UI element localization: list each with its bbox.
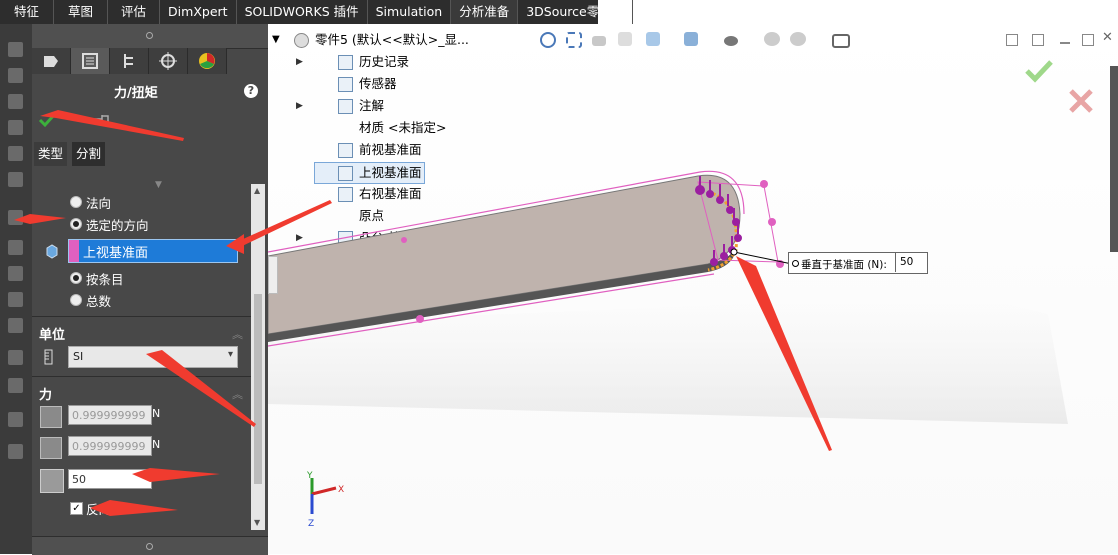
tool-icon-10[interactable] [8,292,23,307]
radio-total-label: 总数 [86,294,112,309]
scroll-up-icon[interactable]: ▲ [254,186,260,195]
radio-selected-direction[interactable] [70,218,82,230]
help-icon[interactable]: ? [244,84,258,98]
sub-tab-type[interactable]: 类型 [34,142,68,166]
tab-solidworks-addins[interactable]: SOLIDWORKS 插件 [237,0,368,24]
force-component-3-input[interactable]: 50 [68,469,152,489]
section-divider [32,316,252,317]
handle-dot-icon [146,32,153,39]
section-divider-2 [32,376,252,377]
tab-configuration-manager[interactable] [110,48,149,74]
page-title: 力/扭矩 [114,86,158,101]
radio-total[interactable] [70,294,82,306]
tab-evaluate[interactable]: 评估 [108,0,161,24]
tool-icon-7[interactable] [8,210,23,225]
direction-2-icon [40,437,62,459]
triad-x: X [338,485,344,495]
tab-property-manager[interactable] [71,48,110,74]
panel-bottom-handle[interactable] [32,536,268,555]
panel-scrollbar[interactable]: ▲ ▼ [251,184,265,530]
selection-color-swatch [69,240,79,262]
force-component-2-unit: N [152,438,161,451]
model-part[interactable] [268,24,1118,554]
tool-icon-15[interactable] [8,444,23,459]
panel-flyout-handle[interactable] [268,256,278,294]
tab-dimxpert[interactable]: DimXpert [160,0,237,24]
pushpin-icon[interactable] [90,112,110,126]
ribbon-tab-bar: 特征 草图 评估 DimXpert SOLIDWORKS 插件 Simulati… [0,0,634,24]
tab-sketch[interactable]: 草图 [54,0,109,24]
force-section-title: 力 [39,388,53,403]
plane-cube-icon [46,244,58,259]
direction-3-icon [40,469,64,493]
force-callout[interactable]: 垂直于基准面 (N): 50 [788,252,928,274]
tool-icon-9[interactable] [8,266,23,281]
sub-tab-split[interactable]: 分割 [72,142,106,166]
triad-z: Z [308,519,314,529]
callout-value-field[interactable]: 50 [895,252,932,272]
force-component-1-unit: N [152,407,161,420]
property-manager-icon [82,53,98,69]
tab-analysis-prep[interactable]: 分析准备 [451,0,519,24]
tool-icon-14[interactable] [8,412,23,427]
force-component-2-input[interactable]: 0.999999999 [68,436,152,456]
reference-plane-value: 上视基准面 [83,246,149,261]
tab-simulation[interactable]: Simulation [368,0,452,24]
triad-y: Y [306,471,313,481]
configuration-manager-icon [124,54,133,68]
panel-top-handle[interactable] [32,24,268,49]
tool-icon-5[interactable] [8,146,23,161]
tab-dimxpert-manager[interactable] [149,48,188,74]
tool-icon-6[interactable] [8,172,23,187]
ok-check-icon[interactable] [38,112,56,128]
coordinate-triad: Y X Z [306,471,344,529]
radio-normal[interactable] [70,196,82,208]
tool-icon-1[interactable] [8,42,23,57]
tool-icon-12[interactable] [8,350,23,365]
tool-icon-3[interactable] [8,94,23,109]
radio-selected-direction-label: 选定的方向 [86,218,149,233]
tool-icon-4[interactable] [8,120,23,135]
callout-bullet-icon [792,260,799,267]
chevron-down-icon: ▾ [227,349,233,360]
force-component-1-input[interactable]: 0.999999999 [68,405,152,425]
tool-icon-13[interactable] [8,378,23,393]
tool-icon-11[interactable] [8,318,23,333]
units-collapse-icon[interactable]: ︽ [232,326,243,342]
graphics-area[interactable]: ✕ ▼ 零件5 (默认<<默认>_显... ▶ 历史记录 传感器 ▶ 注解 材质… [268,24,1118,554]
crosshair-icon [159,52,177,70]
scroll-thumb[interactable] [254,294,262,484]
tab-display-manager[interactable] [188,48,227,74]
reference-selection-field[interactable]: 上视基准面 [68,239,238,263]
force-collapse-icon[interactable]: ︽ [232,386,243,402]
radio-normal-label: 法向 [86,196,112,211]
color-wheel-icon [199,53,215,69]
scroll-down-icon[interactable]: ▼ [254,518,260,527]
units-section-title: 单位 [39,328,66,343]
command-icon-strip [0,24,32,554]
radio-per-item-label: 按条目 [86,272,124,287]
callout-label: 垂直于基准面 (N): [801,259,887,271]
tab-3dsource[interactable]: 3DSource零件库 [518,0,634,24]
tool-icon-2[interactable] [8,68,23,83]
feature-manager-icon [44,56,58,67]
tab-features[interactable]: 特征 [0,0,55,24]
property-manager-panel: 力/扭矩 ? 类型 分割 ▼ 法向 选定的方向 上视基准面 按条目 总数 单位 … [32,24,268,555]
units-select[interactable]: SI ▾ [68,346,238,368]
tool-icon-8[interactable] [8,240,23,255]
radio-per-item[interactable] [70,272,82,284]
direction-1-icon [40,406,62,428]
reverse-checkbox[interactable]: ✓ [70,502,83,515]
handle-dot-icon-2 [146,543,153,550]
tab-feature-manager[interactable] [32,48,71,74]
collapse-arrow-icon[interactable]: ▼ [155,180,162,190]
units-ruler-icon [44,349,53,365]
reverse-checkbox-label: 反向 [86,502,112,517]
units-value: SI [73,350,84,363]
